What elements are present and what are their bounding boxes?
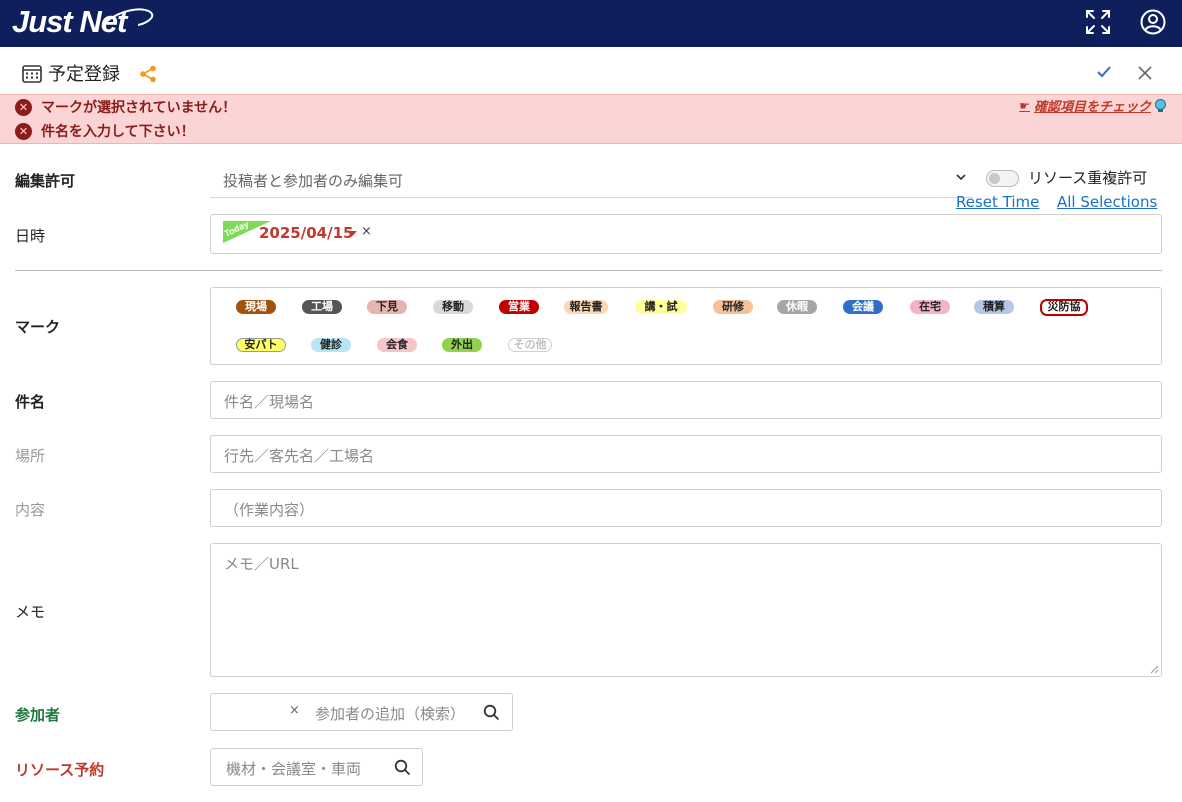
mark-picker: 現場 工場 下見 移動 営業 報告書 講・試 研修 休暇 会議 在宅 積算 災防協安パト 健診 会食 外出 その… [210,287,1162,365]
user-circle-icon[interactable] [1139,8,1167,36]
date-value[interactable]: 2025/04/15 [259,224,353,242]
search-icon[interactable] [394,759,411,776]
resource-field[interactable]: 機材・会議室・車両 [210,748,423,786]
content-placeholder: （作業内容） [224,501,315,519]
search-icon[interactable] [483,704,500,721]
mark-label: マーク [15,318,61,336]
mark-chip[interactable]: 健診 [311,338,351,352]
datetime-label: 日時 [15,227,46,245]
memo-label: メモ [15,603,46,621]
calendar-icon [22,65,42,83]
mark-chip[interactable]: 会議 [843,300,883,314]
expand-icon[interactable] [1084,8,1112,36]
date-clear-button[interactable]: × [361,224,372,239]
all-selections-link[interactable]: All Selections [1057,193,1157,211]
resize-handle-icon[interactable] [1150,665,1159,674]
pointing-hand-icon: ☛ [1019,98,1030,113]
confirm-check-button[interactable] [1096,65,1112,79]
mark-chip[interactable]: 安パト [236,338,286,352]
mark-chip[interactable]: 報告書 [564,300,608,314]
caret-down-icon[interactable] [348,231,357,237]
mark-chip[interactable]: 会食 [377,338,417,352]
reset-time-link[interactable]: Reset Time [956,193,1039,211]
mark-chip[interactable]: 休暇 [777,300,817,314]
toggle-knob [989,173,1000,184]
error-icon: ✕ [15,122,32,140]
subject-label: 件名 [15,393,46,411]
close-button[interactable] [1137,65,1153,81]
memo-placeholder: メモ／URL [224,555,299,573]
chevron-down-icon [956,174,966,181]
resource-label: リソース予約 [15,761,105,779]
edit-permission-label: 編集許可 [15,172,76,190]
participants-field[interactable]: × 参加者の追加（検索） [210,693,513,731]
page-title: 予定登録 [48,64,120,85]
mark-chip[interactable]: 現場 [236,300,276,314]
participants-clear-button[interactable]: × [289,703,300,718]
error-bar: ✕ マークが選択されていません！ ✕ 件名を入力して下さい！ ☛ 確認項目をチェ… [0,94,1182,144]
datetime-field[interactable]: Today 2025/04/15 × [210,214,1162,254]
participants-search-input[interactable]: 参加者の追加（検索） [315,703,465,724]
mark-chip[interactable]: 積算 [974,300,1014,314]
mark-chip[interactable]: 在宅 [910,300,950,314]
mark-chip[interactable]: 移動 [433,300,473,314]
top-bar: Just Net [0,0,1182,47]
subject-placeholder: 件名／現場名 [224,393,315,411]
content-input[interactable]: （作業内容） [210,489,1162,527]
lightbulb-icon [1155,99,1166,112]
check-items-link[interactable]: ☛ 確認項目をチェック [1019,96,1168,115]
mark-chip[interactable]: 講・試 [635,300,687,314]
content-label: 内容 [15,501,46,519]
mark-chip[interactable]: その他 [508,338,552,352]
title-bar: 予定登録 [0,47,1182,94]
edit-permission-value: 投稿者と参加者のみ編集可 [223,172,404,190]
error-icon: ✕ [15,98,32,116]
resource-search-input[interactable]: 機材・会議室・車両 [226,758,361,779]
memo-textarea[interactable]: メモ／URL [210,543,1162,677]
resource-duplicate-toggle[interactable] [986,170,1019,187]
mark-chip[interactable]: 工場 [302,300,342,314]
place-label: 場所 [15,447,46,465]
divider [15,270,1162,271]
mark-chip[interactable]: 下見 [367,300,407,314]
logo-orbit-icon [103,8,154,26]
place-input[interactable]: 行先／客先名／工場名 [210,435,1162,473]
error-message: ✕ 件名を入力して下さい！ [15,121,195,141]
mark-chip[interactable]: 研修 [713,300,753,314]
mark-chip[interactable]: 外出 [442,338,482,352]
mark-chip[interactable]: 災防協 [1040,299,1088,316]
share-icon[interactable] [139,65,157,83]
subject-input[interactable]: 件名／現場名 [210,381,1162,419]
resource-duplicate-label: リソース重複許可 [1028,169,1148,187]
error-message: ✕ マークが選択されていません！ [15,97,236,117]
mark-chip[interactable]: 営業 [499,300,539,314]
place-placeholder: 行先／客先名／工場名 [224,447,375,465]
edit-permission-select[interactable]: 投稿者と参加者のみ編集可 [210,162,973,198]
participants-label: 参加者 [15,706,61,724]
